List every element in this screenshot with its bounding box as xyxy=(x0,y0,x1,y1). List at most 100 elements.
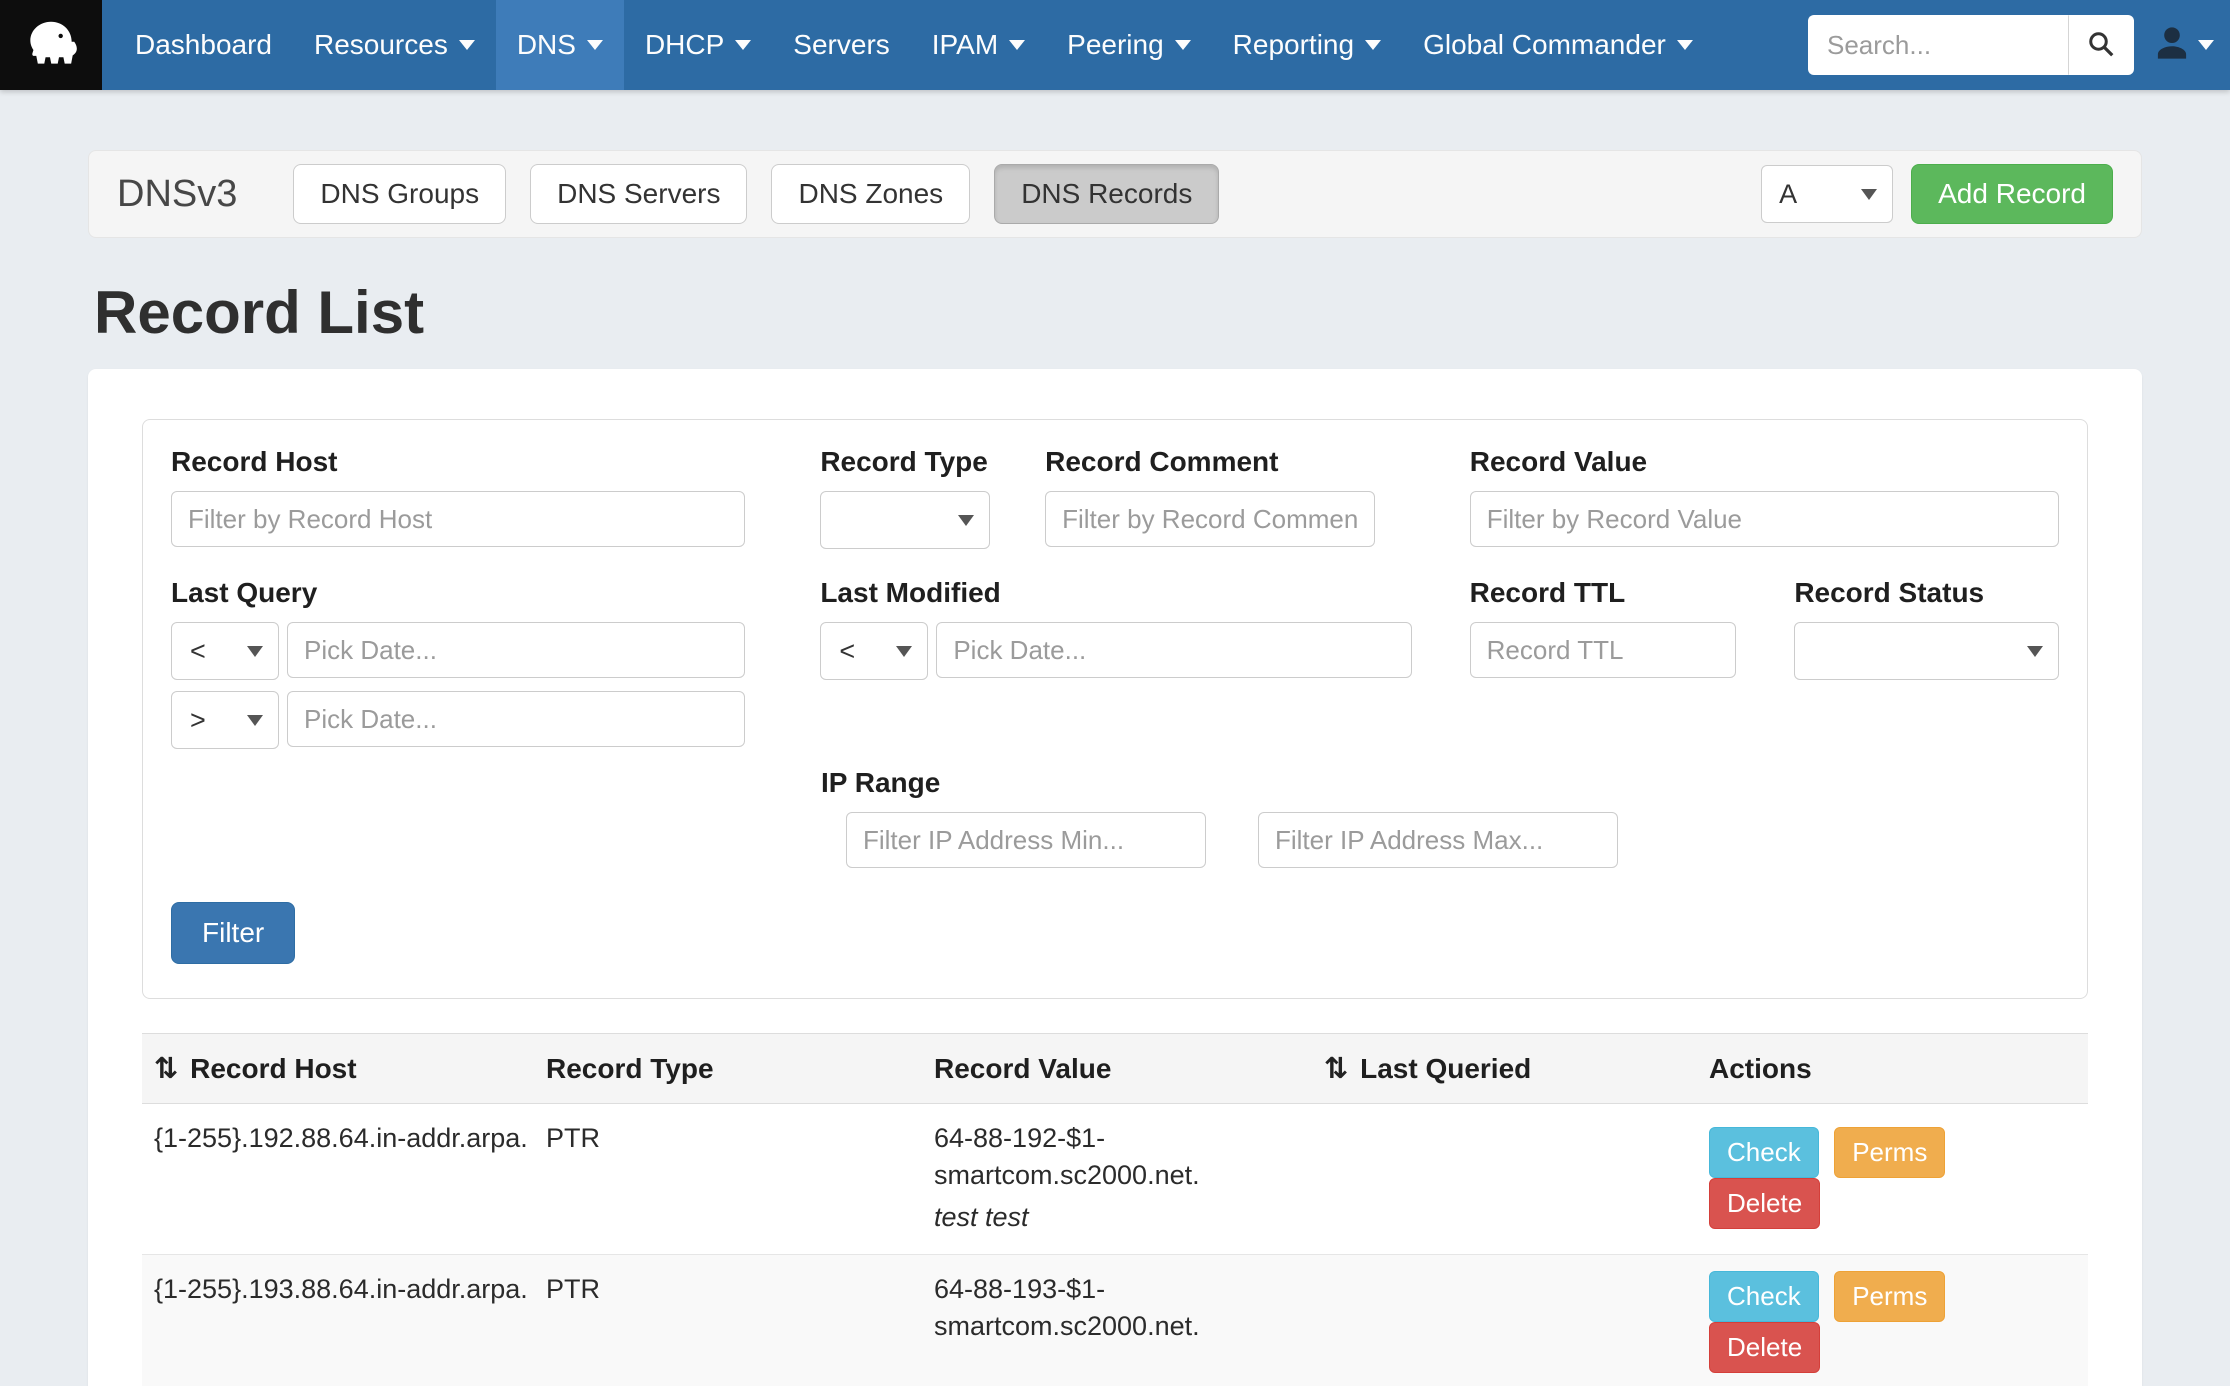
nav-item-resources[interactable]: Resources xyxy=(293,0,496,90)
column-header-label: Last Queried xyxy=(1360,1053,1531,1084)
column-header-label: Record Host xyxy=(190,1053,356,1084)
record-host-input[interactable] xyxy=(171,491,745,547)
comparator-value: < xyxy=(839,636,855,667)
record-list-panel: Record Host Record Type Record Comment R… xyxy=(88,369,2142,1386)
perms-button[interactable]: Perms xyxy=(1834,1271,1945,1322)
nav-item-global-commander[interactable]: Global Commander xyxy=(1402,0,1714,90)
column-header-record-value: Record Value xyxy=(922,1034,1312,1104)
column-header-last-queried[interactable]: ⇅ Last Queried xyxy=(1312,1034,1697,1104)
ip-range-label: IP Range xyxy=(821,767,2059,799)
filter-button[interactable]: Filter xyxy=(171,902,295,964)
column-header-actions: Actions xyxy=(1697,1034,2088,1104)
caret-down-icon xyxy=(1677,40,1693,50)
column-header-record-host[interactable]: ⇅ Record Host xyxy=(142,1034,534,1104)
filter-field-last-modified: Last Modified < xyxy=(820,577,1411,749)
records-table: ⇅ Record Host Record Type Record Value ⇅… xyxy=(142,1033,2088,1386)
caret-down-icon xyxy=(2027,646,2043,657)
last-modified-label: Last Modified xyxy=(820,577,1411,609)
perms-button[interactable]: Perms xyxy=(1834,1127,1945,1178)
nav-item-reporting[interactable]: Reporting xyxy=(1212,0,1402,90)
caret-down-icon xyxy=(587,40,603,50)
record-type-select[interactable]: A xyxy=(1761,165,1893,223)
nav-item-dhcp[interactable]: DHCP xyxy=(624,0,772,90)
caret-down-icon xyxy=(896,646,912,657)
tab-dns-zones[interactable]: DNS Zones xyxy=(771,164,970,224)
last-modified-date-input[interactable] xyxy=(936,622,1411,678)
nav-item-dns[interactable]: DNS xyxy=(496,0,624,90)
record-comment-label: Record Comment xyxy=(1045,446,1375,478)
record-value-text: 64-88-193-$1-smartcom.sc2000.net. xyxy=(934,1271,1269,1346)
tab-dns-groups[interactable]: DNS Groups xyxy=(293,164,506,224)
last-query-after-date-input[interactable] xyxy=(287,691,745,747)
record-comment-input[interactable] xyxy=(1045,491,1375,547)
sort-icon: ⇅ xyxy=(1324,1053,1348,1085)
nav-label: Dashboard xyxy=(135,29,272,61)
last-queried-cell xyxy=(1312,1254,1697,1386)
search-button[interactable] xyxy=(2068,15,2134,75)
check-button[interactable]: Check xyxy=(1709,1271,1819,1322)
filter-field-ip-range: IP Range xyxy=(821,767,2059,868)
nav-label: Servers xyxy=(793,29,889,61)
caret-down-icon xyxy=(459,40,475,50)
column-header-label: Actions xyxy=(1709,1053,1812,1084)
record-host-label: Record Host xyxy=(171,446,745,478)
nav-item-peering[interactable]: Peering xyxy=(1046,0,1212,90)
mammoth-logo-icon xyxy=(20,12,82,79)
sort-icon: ⇅ xyxy=(154,1053,178,1085)
record-type-filter-select[interactable] xyxy=(820,491,990,549)
record-value-label: Record Value xyxy=(1470,446,2059,478)
main-nav: Dashboard Resources DNS DHCP Servers IPA… xyxy=(114,0,1714,90)
caret-down-icon xyxy=(2198,40,2214,50)
check-button[interactable]: Check xyxy=(1709,1127,1819,1178)
search-icon xyxy=(2086,29,2116,62)
nav-label: Reporting xyxy=(1233,29,1354,61)
record-ttl-input[interactable] xyxy=(1470,622,1737,678)
comparator-value: < xyxy=(190,636,206,667)
nav-item-ipam[interactable]: IPAM xyxy=(911,0,1046,90)
record-value-text: 64-88-192-$1-smartcom.sc2000.net. xyxy=(934,1120,1269,1195)
column-header-label: Record Type xyxy=(546,1053,714,1084)
last-query-before-date-input[interactable] xyxy=(287,622,745,678)
nav-label: IPAM xyxy=(932,29,998,61)
ip-address-max-input[interactable] xyxy=(1258,812,1618,868)
nav-label: Global Commander xyxy=(1423,29,1666,61)
delete-button[interactable]: Delete xyxy=(1709,1178,1820,1229)
record-type-selected-value: A xyxy=(1779,179,1797,210)
last-modified-lt-select[interactable]: < xyxy=(820,622,928,680)
nav-item-servers[interactable]: Servers xyxy=(772,0,910,90)
add-record-button[interactable]: Add Record xyxy=(1911,164,2113,224)
actions-cell: Check Perms Delete xyxy=(1697,1254,2088,1386)
nav-item-dashboard[interactable]: Dashboard xyxy=(114,0,293,90)
caret-down-icon xyxy=(735,40,751,50)
nav-label: Resources xyxy=(314,29,448,61)
module-title: DNSv3 xyxy=(117,173,237,216)
page-title: Record List xyxy=(94,278,2142,347)
search-input[interactable] xyxy=(1808,15,2068,75)
record-value-input[interactable] xyxy=(1470,491,2059,547)
record-host-cell: {1-255}.193.88.64.in-addr.arpa. xyxy=(142,1254,534,1386)
record-comment-text: test test xyxy=(934,1199,1300,1236)
record-type-cell: PTR xyxy=(534,1104,922,1255)
last-query-lt-select[interactable]: < xyxy=(171,622,279,680)
top-navbar: Dashboard Resources DNS DHCP Servers IPA… xyxy=(0,0,2230,90)
nav-label: Peering xyxy=(1067,29,1164,61)
last-query-gt-select[interactable]: > xyxy=(171,691,279,749)
app-logo[interactable] xyxy=(0,0,102,90)
user-menu[interactable] xyxy=(2154,25,2214,66)
ip-address-min-input[interactable] xyxy=(846,812,1206,868)
record-host-cell: {1-255}.192.88.64.in-addr.arpa. xyxy=(142,1104,534,1255)
record-type-label: Record Type xyxy=(820,446,990,478)
caret-down-icon xyxy=(1861,189,1877,200)
tab-dns-servers[interactable]: DNS Servers xyxy=(530,164,747,224)
filter-field-last-query: Last Query < > xyxy=(171,577,745,749)
record-status-label: Record Status xyxy=(1794,577,2059,609)
tab-dns-records[interactable]: DNS Records xyxy=(994,164,1219,224)
record-status-select[interactable] xyxy=(1794,622,2059,680)
caret-down-icon xyxy=(958,515,974,526)
actions-cell: Check Perms Delete xyxy=(1697,1104,2088,1255)
delete-button[interactable]: Delete xyxy=(1709,1322,1820,1373)
column-header-record-type: Record Type xyxy=(534,1034,922,1104)
record-type-cell: PTR xyxy=(534,1254,922,1386)
filter-panel: Record Host Record Type Record Comment R… xyxy=(142,419,2088,999)
filter-field-record-status: Record Status xyxy=(1794,577,2059,749)
